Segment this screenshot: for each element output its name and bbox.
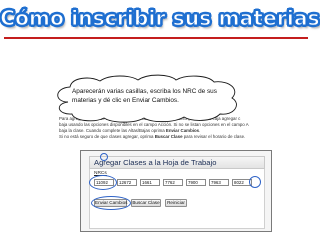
search-class-button[interactable]: Buscar Clase: [131, 199, 161, 207]
instruction-line-4: Si no está seguro de que clases agregar,…: [59, 134, 273, 140]
nrc-input-6[interactable]: 7963: [209, 179, 229, 186]
nrc-input-4[interactable]: 7762: [163, 179, 183, 186]
panel-title: Agregar Clases a la Hoja de Trabajo: [94, 158, 217, 167]
highlight-circle: [249, 176, 261, 188]
reset-button[interactable]: Reiniciar: [165, 199, 187, 207]
highlight-circle: [91, 196, 131, 210]
instruction-text: para revisar el horario de clase.: [182, 133, 246, 139]
title-underline-rule: [4, 37, 308, 39]
registration-screenshot: Agregar Clases a la Hoja de Trabajo NRCs…: [80, 150, 272, 232]
nrc-input-5[interactable]: 7900: [186, 179, 206, 186]
instruction-bold-text: Enviar Cambios: [165, 127, 200, 133]
panel-body: NRCs 11092 12672 1661 7762 7900 7963 802…: [89, 169, 265, 229]
highlight-circle: [100, 153, 108, 161]
instruction-bold-text: Buscar Clase: [154, 133, 183, 139]
nrc-input-3[interactable]: 1661: [140, 179, 160, 186]
instruction-text: .: [199, 127, 201, 133]
highlight-circle: [89, 175, 117, 190]
panel-header: Agregar Clases a la Hoja de Trabajo: [89, 156, 265, 169]
callout-text: Aparecerán varias casillas, escriba los …: [72, 88, 217, 104]
slide-title: Cómo inscribir sus materias: [0, 6, 320, 31]
cloud-callout: Aparecerán varias casillas, escriba los …: [48, 74, 248, 124]
instruction-text: baja la clase. Cuando complete las Altas…: [59, 127, 166, 133]
nrc-input-2[interactable]: 12672: [117, 179, 137, 186]
instruction-text: Si no está seguro de que clases agregar,…: [59, 133, 155, 139]
